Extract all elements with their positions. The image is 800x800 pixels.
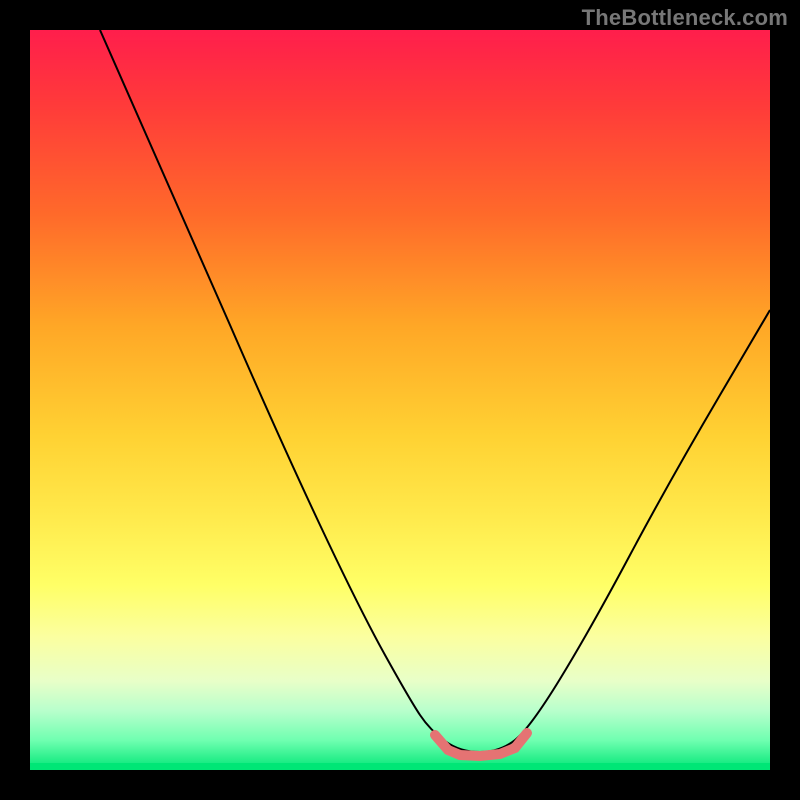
main-curve	[100, 30, 770, 752]
plot-area	[30, 30, 770, 770]
flat-bottom-overlay	[435, 733, 527, 756]
chart-frame: TheBottleneck.com	[0, 0, 800, 800]
watermark-label: TheBottleneck.com	[582, 5, 788, 31]
curve-layer	[30, 30, 770, 770]
